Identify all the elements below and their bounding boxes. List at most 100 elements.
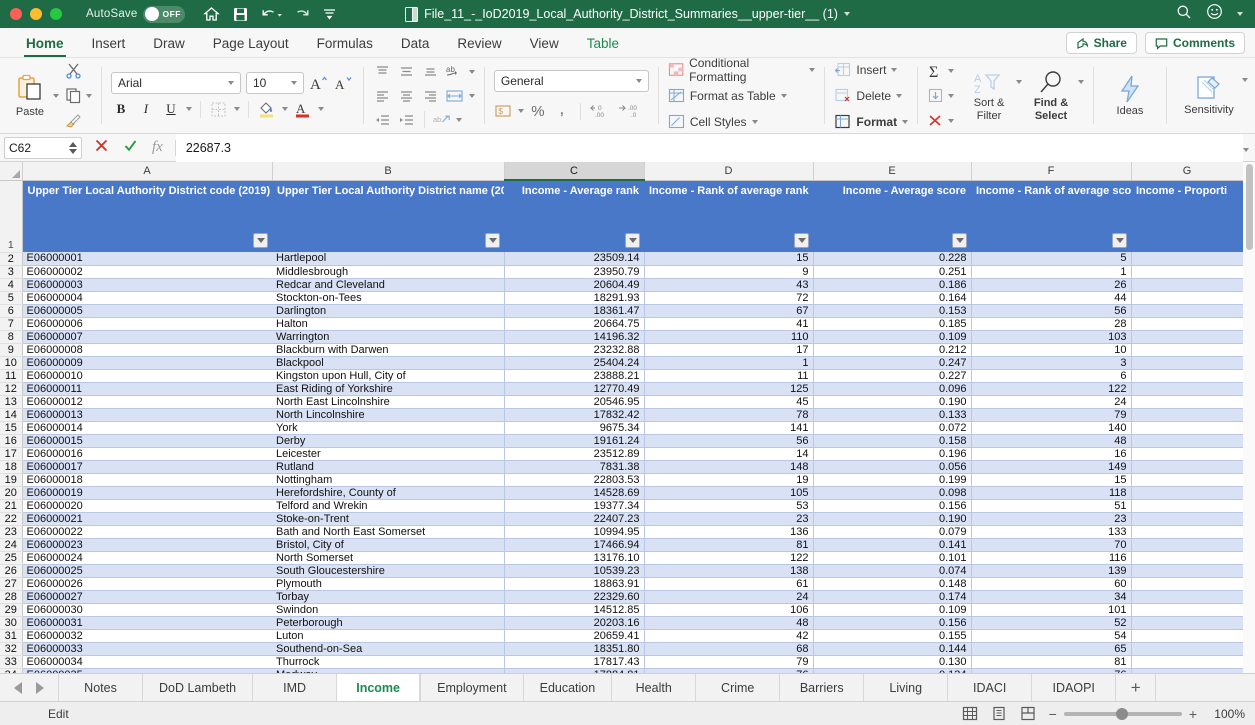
cell-income-rank-of-average-score[interactable]: 116 xyxy=(971,551,1132,565)
cell-district-code[interactable]: E06000026 xyxy=(22,577,272,591)
cell-income-rank-of-average-score[interactable]: 56 xyxy=(971,304,1132,318)
orientation-chevron-down-icon[interactable] xyxy=(468,69,475,74)
column-header-e[interactable]: E xyxy=(813,162,972,181)
cell-income-proportion[interactable] xyxy=(1131,265,1243,279)
sheet-tab-crime[interactable]: Crime xyxy=(695,674,780,701)
add-sheet-button[interactable]: + xyxy=(1115,674,1156,701)
accounting-format-button[interactable]: $ xyxy=(494,101,514,121)
cell-income-average-rank[interactable]: 20664.75 xyxy=(504,317,645,331)
percent-style-button[interactable]: % xyxy=(528,101,548,121)
table-row[interactable]: 31 E06000032 Luton 20659.41 42 0.155 54 xyxy=(0,629,1243,643)
fill-button[interactable] xyxy=(927,86,955,106)
zoom-thumb[interactable] xyxy=(1115,707,1128,720)
cancel-icon[interactable] xyxy=(94,138,109,158)
font-size-chevron-down-icon[interactable] xyxy=(290,81,297,85)
insert-cells-button[interactable]: Insert xyxy=(834,59,908,80)
sheet-tab-notes[interactable]: Notes xyxy=(58,674,142,701)
row-header[interactable]: 30 xyxy=(0,616,23,630)
cell-district-name[interactable]: Darlington xyxy=(272,304,505,318)
cell-income-rank-of-average-score[interactable]: 81 xyxy=(971,655,1132,669)
ribbon-tab-insert[interactable]: Insert xyxy=(78,36,140,57)
column-header-a[interactable]: A xyxy=(22,162,273,181)
ribbon-tab-view[interactable]: View xyxy=(516,36,573,57)
cell-income-rank-of-average-rank[interactable]: 105 xyxy=(644,486,814,500)
conditional-formatting-button[interactable]: Conditional Formatting xyxy=(668,56,816,84)
cell-income-rank-of-average-rank[interactable]: 48 xyxy=(644,616,814,630)
sheet-tab-education[interactable]: Education xyxy=(522,674,612,701)
column-header-c[interactable]: C xyxy=(504,162,645,181)
cell-income-rank-of-average-rank[interactable]: 79 xyxy=(644,655,814,669)
table-row[interactable]: 33 E06000034 Thurrock 17817.43 79 0.130 81 xyxy=(0,655,1243,669)
cell-income-proportion[interactable] xyxy=(1131,434,1243,448)
page-layout-view-button[interactable] xyxy=(991,705,1008,722)
row-header[interactable]: 12 xyxy=(0,382,23,396)
format-cells-button[interactable]: Format xyxy=(834,111,909,132)
cell-income-rank-of-average-rank[interactable]: 68 xyxy=(644,642,814,656)
cell-income-average-rank[interactable]: 25404.24 xyxy=(504,356,645,370)
clear-chevron-down-icon[interactable] xyxy=(948,118,955,123)
cell-district-code[interactable]: E06000010 xyxy=(22,369,272,383)
cell-district-code[interactable]: E06000025 xyxy=(22,564,272,578)
delete-cells-button[interactable]: Delete xyxy=(834,85,908,106)
cell-income-rank-of-average-rank[interactable]: 11 xyxy=(644,369,814,383)
formula-bar-expand-chevron-down-icon[interactable] xyxy=(1243,139,1255,157)
row-header[interactable]: 17 xyxy=(0,447,23,461)
cell-income-proportion[interactable] xyxy=(1131,577,1243,591)
cell-district-code[interactable]: E06000008 xyxy=(22,343,272,357)
sort-filter-chevron-down-icon[interactable] xyxy=(1016,80,1023,84)
account-chevron-down-icon[interactable] xyxy=(1237,12,1243,16)
cell-district-code[interactable]: E06000007 xyxy=(22,330,272,344)
cell-income-rank-of-average-score[interactable]: 26 xyxy=(971,278,1132,292)
cell-income-proportion[interactable] xyxy=(1131,512,1243,526)
table-row[interactable]: 12 E06000011 East Riding of Yorkshire 12770… xyxy=(0,382,1243,396)
cell-income-rank-of-average-rank[interactable]: 41 xyxy=(644,317,814,331)
row-header[interactable]: 22 xyxy=(0,512,23,526)
filter-dropdown-d[interactable] xyxy=(794,233,809,248)
cell-income-proportion[interactable] xyxy=(1131,278,1243,292)
table-row[interactable]: 9 E06000008 Blackburn with Darwen 23232.88 1… xyxy=(0,343,1243,357)
orientation-button[interactable]: ab xyxy=(445,62,465,82)
row-header[interactable]: 14 xyxy=(0,408,23,422)
cell-income-rank-of-average-rank[interactable]: 9 xyxy=(644,265,814,279)
cell-district-name[interactable]: Stoke-on-Trent xyxy=(272,512,505,526)
cell-district-name[interactable]: North Lincolnshire xyxy=(272,408,505,422)
table-row[interactable]: 30 E06000031 Peterborough 20203.16 48 0.156 52 xyxy=(0,616,1243,630)
cell-income-proportion[interactable] xyxy=(1131,304,1243,318)
filter-dropdown-a[interactable] xyxy=(253,233,268,248)
zoom-slider[interactable]: − + xyxy=(1049,706,1197,722)
format-as-table-button[interactable]: Format as Table xyxy=(668,85,816,106)
row-header[interactable]: 28 xyxy=(0,590,23,604)
cell-income-proportion[interactable] xyxy=(1131,421,1243,435)
align-bottom-button[interactable] xyxy=(421,62,441,82)
column-header-b[interactable]: B xyxy=(272,162,505,181)
ribbon-tab-page-layout[interactable]: Page Layout xyxy=(199,36,303,57)
cell-district-code[interactable]: E06000033 xyxy=(22,642,272,656)
increase-indent-button[interactable] xyxy=(397,110,417,130)
cell-income-proportion[interactable] xyxy=(1131,629,1243,643)
cell-district-name[interactable]: Kingston upon Hull, City of xyxy=(272,369,505,383)
header-cell-rank-of-average-score[interactable]: Income - Rank of average score xyxy=(971,180,1131,252)
cell-income-rank-of-average-score[interactable]: 16 xyxy=(971,447,1132,461)
cell-income-average-rank[interactable]: 14512.85 xyxy=(504,603,645,617)
cell-income-rank-of-average-rank[interactable]: 56 xyxy=(644,434,814,448)
cell-district-code[interactable]: E06000013 xyxy=(22,408,272,422)
comments-button[interactable]: Comments xyxy=(1144,32,1245,54)
cell-income-average-rank[interactable]: 20604.49 xyxy=(504,278,645,292)
customize-toolbar-icon[interactable] xyxy=(323,8,336,20)
borders-chevron-down-icon[interactable] xyxy=(233,107,240,111)
cell-district-code[interactable]: E06000022 xyxy=(22,525,272,539)
cell-income-average-rank[interactable]: 18361.47 xyxy=(504,304,645,318)
row-header[interactable]: 29 xyxy=(0,603,23,617)
cell-district-name[interactable]: Bristol, City of xyxy=(272,538,505,552)
cell-income-rank-of-average-rank[interactable]: 45 xyxy=(644,395,814,409)
cell-district-code[interactable]: E06000005 xyxy=(22,304,272,318)
cell-income-average-rank[interactable]: 22329.60 xyxy=(504,590,645,604)
cell-income-rank-of-average-score[interactable]: 34 xyxy=(971,590,1132,604)
table-row[interactable]: 13 E06000012 North East Lincolnshire 20546.… xyxy=(0,395,1243,409)
cell-income-average-rank[interactable]: 23950.79 xyxy=(504,265,645,279)
cell-income-rank-of-average-rank[interactable]: 42 xyxy=(644,629,814,643)
cell-income-rank-of-average-score[interactable]: 3 xyxy=(971,356,1132,370)
table-row[interactable]: 4 E06000003 Redcar and Cleveland 20604.49 43… xyxy=(0,278,1243,292)
row-header[interactable]: 19 xyxy=(0,473,23,487)
fill-color-chevron-down-icon[interactable] xyxy=(281,107,288,111)
